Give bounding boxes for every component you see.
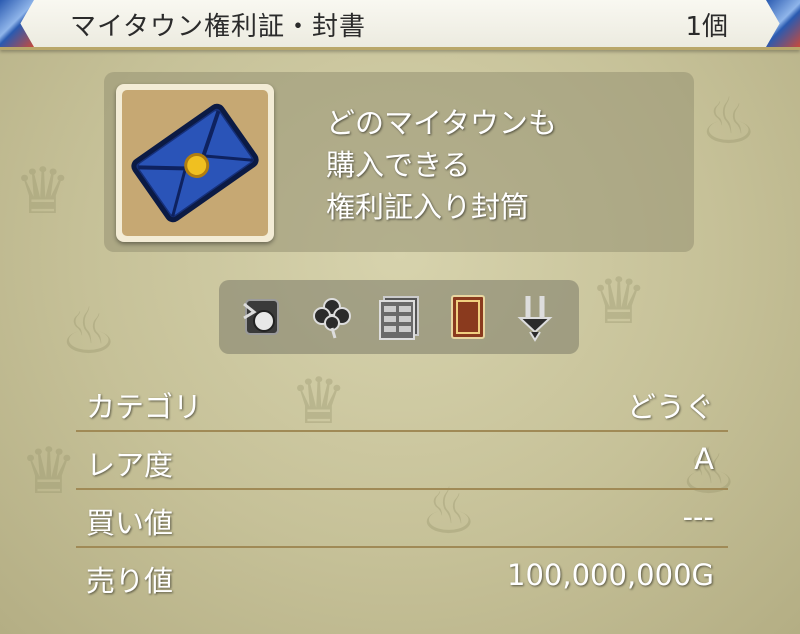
book-icon bbox=[438, 289, 496, 345]
jellyfish-motif: ♨ bbox=[60, 295, 118, 369]
description-line: どのマイタウンも bbox=[326, 106, 557, 140]
stat-label: 買い値 bbox=[86, 506, 174, 540]
title-bar: マイタウン権利証・封書 1個 bbox=[0, 0, 800, 50]
clover-icon bbox=[303, 289, 361, 345]
bag-icon bbox=[234, 289, 292, 345]
description-line: 権利証入り封筒 bbox=[326, 190, 530, 224]
stat-label: カテゴリ bbox=[86, 390, 203, 424]
item-icon-frame bbox=[116, 84, 274, 242]
cabinet-icon bbox=[370, 289, 428, 345]
stat-row-buy-price: 買い値 --- bbox=[76, 490, 728, 548]
stat-label: 売り値 bbox=[86, 564, 174, 598]
crown-motif: ♛ bbox=[590, 265, 648, 339]
stat-value: どうぐ bbox=[626, 390, 714, 424]
stat-value: 100,000,000G bbox=[507, 558, 714, 592]
corner-ornament-left bbox=[0, 0, 34, 47]
crown-motif: ♛ bbox=[20, 435, 78, 509]
stat-row-sell-price: 売り値 100,000,000G bbox=[76, 548, 728, 606]
stat-row-category: カテゴリ どうぐ bbox=[76, 374, 728, 432]
stat-row-rarity: レア度 A bbox=[76, 432, 728, 490]
item-stats-table: カテゴリ どうぐ レア度 A 買い値 --- 売り値 100,000,000G bbox=[76, 374, 728, 606]
blue-envelope-icon bbox=[131, 103, 259, 223]
item-description: どのマイタウンも 購入できる 権利証入り封筒 bbox=[326, 102, 676, 228]
stat-value: --- bbox=[682, 500, 714, 534]
item-title: マイタウン権利証・封書 bbox=[70, 12, 366, 42]
item-count: 1個 bbox=[685, 12, 728, 42]
crown-motif: ♛ bbox=[14, 155, 72, 229]
description-line: 購入できる bbox=[326, 148, 471, 182]
stat-value: A bbox=[694, 442, 714, 476]
stat-label: レア度 bbox=[86, 448, 174, 482]
jellyfish-motif: ♨ bbox=[700, 85, 758, 159]
corner-ornament-right bbox=[766, 0, 800, 47]
arrows-icon bbox=[506, 289, 564, 345]
